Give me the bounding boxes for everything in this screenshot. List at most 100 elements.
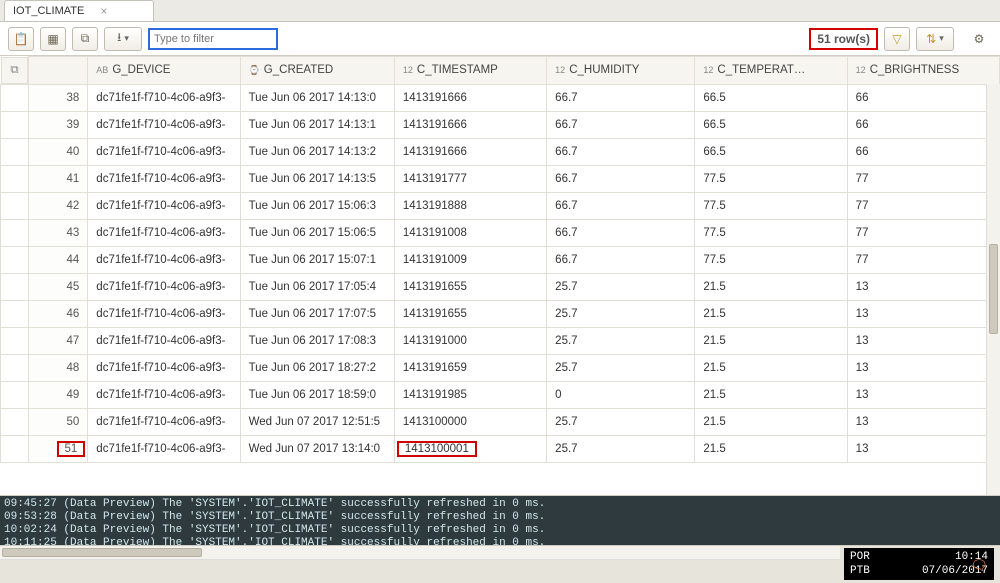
cell-device: dc71fe1f-f710-4c06-a9f3- xyxy=(88,354,240,381)
status-l1a: POR xyxy=(850,550,870,564)
cell-brightness: 77 xyxy=(847,165,999,192)
cell-temperature: 66.5 xyxy=(695,138,847,165)
settings-button[interactable]: ⚙ xyxy=(966,27,992,51)
row-number: 40 xyxy=(29,138,88,165)
cell-brightness: 13 xyxy=(847,381,999,408)
cell-device: dc71fe1f-f710-4c06-a9f3- xyxy=(88,273,240,300)
cell-device: dc71fe1f-f710-4c06-a9f3- xyxy=(88,219,240,246)
status-clock-box: POR PTB 10:14 07/06/2017 🗨 xyxy=(844,548,994,580)
rownum-header[interactable] xyxy=(29,57,88,85)
cell-temperature: 77.5 xyxy=(695,246,847,273)
export-button[interactable]: ⭳ xyxy=(104,27,142,51)
row-handle[interactable] xyxy=(1,354,29,381)
layout-button[interactable]: ⧉ xyxy=(72,27,98,51)
cell-timestamp: 1413191666 xyxy=(394,138,546,165)
filter-input[interactable] xyxy=(148,28,278,50)
cell-created: Tue Jun 06 2017 17:07:5 xyxy=(240,300,394,327)
cell-humidity: 66.7 xyxy=(547,84,695,111)
cell-temperature: 77.5 xyxy=(695,219,847,246)
table-row[interactable]: 42dc71fe1f-f710-4c06-a9f3-Tue Jun 06 201… xyxy=(1,192,1000,219)
col-header-humidity[interactable]: 12C_HUMIDITY xyxy=(547,57,695,85)
cell-humidity: 66.7 xyxy=(547,192,695,219)
scrollbar-thumb[interactable] xyxy=(2,548,202,557)
cell-humidity: 66.7 xyxy=(547,138,695,165)
toolbar: 📋 ▦ ⧉ ⭳ 51 row(s) ▽ ⇅ ⚙ xyxy=(0,22,1000,56)
cell-device: dc71fe1f-f710-4c06-a9f3- xyxy=(88,111,240,138)
row-handle[interactable] xyxy=(1,192,29,219)
cell-created: Tue Jun 06 2017 17:08:3 xyxy=(240,327,394,354)
header-row: ⧉ ABG_DEVICE ⌚G_CREATED 12C_TIMESTAMP 12… xyxy=(1,57,1000,85)
col-header-created[interactable]: ⌚G_CREATED xyxy=(240,57,394,85)
row-number: 51 xyxy=(29,435,88,462)
table-row[interactable]: 43dc71fe1f-f710-4c06-a9f3-Tue Jun 06 201… xyxy=(1,219,1000,246)
cell-brightness: 13 xyxy=(847,273,999,300)
cell-brightness: 66 xyxy=(847,138,999,165)
row-number: 50 xyxy=(29,408,88,435)
grid-button[interactable]: ▦ xyxy=(40,27,66,51)
cell-humidity: 0 xyxy=(547,381,695,408)
cell-brightness: 77 xyxy=(847,246,999,273)
cell-humidity: 25.7 xyxy=(547,435,695,462)
cell-device: dc71fe1f-f710-4c06-a9f3- xyxy=(88,84,240,111)
table-row[interactable]: 48dc71fe1f-f710-4c06-a9f3-Tue Jun 06 201… xyxy=(1,354,1000,381)
cell-created: Tue Jun 06 2017 18:27:2 xyxy=(240,354,394,381)
cell-brightness: 13 xyxy=(847,327,999,354)
cell-device: dc71fe1f-f710-4c06-a9f3- xyxy=(88,381,240,408)
row-number: 38 xyxy=(29,84,88,111)
row-handle[interactable] xyxy=(1,84,29,111)
row-handle[interactable] xyxy=(1,111,29,138)
tab-iot-climate[interactable]: IOT_CLIMATE × xyxy=(4,0,154,21)
close-icon[interactable]: × xyxy=(100,4,107,18)
cell-timestamp: 1413191666 xyxy=(394,111,546,138)
row-handle[interactable] xyxy=(1,327,29,354)
row-handle[interactable] xyxy=(1,219,29,246)
table-row[interactable]: 41dc71fe1f-f710-4c06-a9f3-Tue Jun 06 201… xyxy=(1,165,1000,192)
table-row[interactable]: 50dc71fe1f-f710-4c06-a9f3-Wed Jun 07 201… xyxy=(1,408,1000,435)
copy-button[interactable]: 📋 xyxy=(8,27,34,51)
select-all-handle[interactable]: ⧉ xyxy=(1,57,29,84)
row-count-label: 51 row(s) xyxy=(809,28,878,50)
table-row[interactable]: 49dc71fe1f-f710-4c06-a9f3-Tue Jun 06 201… xyxy=(1,381,1000,408)
table-row[interactable]: 38dc71fe1f-f710-4c06-a9f3-Tue Jun 06 201… xyxy=(1,84,1000,111)
vertical-scrollbar[interactable] xyxy=(986,84,1000,495)
row-handle[interactable] xyxy=(1,300,29,327)
cell-device: dc71fe1f-f710-4c06-a9f3- xyxy=(88,327,240,354)
row-handle[interactable] xyxy=(1,138,29,165)
row-number: 43 xyxy=(29,219,88,246)
filter-funnel-button[interactable]: ▽ xyxy=(884,27,910,51)
col-header-brightness[interactable]: 12C_BRIGHTNESS xyxy=(847,57,999,85)
col-header-timestamp[interactable]: 12C_TIMESTAMP xyxy=(394,57,546,85)
cell-brightness: 66 xyxy=(847,84,999,111)
table-row[interactable]: 51dc71fe1f-f710-4c06-a9f3-Wed Jun 07 201… xyxy=(1,435,1000,462)
row-handle[interactable] xyxy=(1,408,29,435)
cell-timestamp: 1413191888 xyxy=(394,192,546,219)
col-header-device[interactable]: ABG_DEVICE xyxy=(88,57,240,85)
cell-timestamp: 1413191659 xyxy=(394,354,546,381)
row-handle[interactable] xyxy=(1,165,29,192)
table-row[interactable]: 47dc71fe1f-f710-4c06-a9f3-Tue Jun 06 201… xyxy=(1,327,1000,354)
cell-created: Tue Jun 06 2017 14:13:0 xyxy=(240,84,394,111)
cell-brightness: 13 xyxy=(847,354,999,381)
table-row[interactable]: 40dc71fe1f-f710-4c06-a9f3-Tue Jun 06 201… xyxy=(1,138,1000,165)
row-number: 48 xyxy=(29,354,88,381)
table-row[interactable]: 39dc71fe1f-f710-4c06-a9f3-Tue Jun 06 201… xyxy=(1,111,1000,138)
row-number: 42 xyxy=(29,192,88,219)
table-row[interactable]: 46dc71fe1f-f710-4c06-a9f3-Tue Jun 06 201… xyxy=(1,300,1000,327)
row-handle[interactable] xyxy=(1,435,29,462)
col-header-temperature[interactable]: 12C_TEMPERAT… xyxy=(695,57,847,85)
table-row[interactable]: 44dc71fe1f-f710-4c06-a9f3-Tue Jun 06 201… xyxy=(1,246,1000,273)
row-handle[interactable] xyxy=(1,273,29,300)
cell-created: Tue Jun 06 2017 17:05:4 xyxy=(240,273,394,300)
cell-created: Tue Jun 06 2017 14:13:5 xyxy=(240,165,394,192)
row-handle[interactable] xyxy=(1,246,29,273)
scrollbar-thumb[interactable] xyxy=(989,244,998,334)
table-row[interactable]: 45dc71fe1f-f710-4c06-a9f3-Tue Jun 06 201… xyxy=(1,273,1000,300)
cell-brightness: 77 xyxy=(847,219,999,246)
cell-brightness: 13 xyxy=(847,408,999,435)
cell-brightness: 13 xyxy=(847,300,999,327)
cell-humidity: 25.7 xyxy=(547,300,695,327)
notification-icon[interactable]: 🗨 xyxy=(970,560,988,574)
sort-button[interactable]: ⇅ xyxy=(916,27,954,51)
horizontal-scrollbar[interactable] xyxy=(0,546,840,560)
row-handle[interactable] xyxy=(1,381,29,408)
